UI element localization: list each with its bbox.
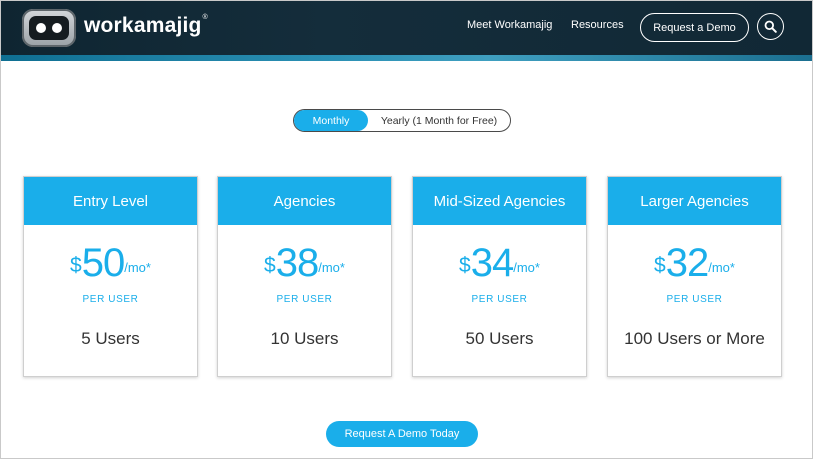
search-icon xyxy=(764,20,777,33)
plan-users: 100 Users or More xyxy=(624,329,765,348)
toggle-yearly[interactable]: Yearly (1 Month for Free) xyxy=(370,110,508,131)
per-user-label: PER USER xyxy=(276,294,333,305)
price-period: /mo* xyxy=(708,260,735,275)
currency-symbol: $ xyxy=(459,254,471,277)
brand-name[interactable]: workamajig® xyxy=(84,14,208,38)
site-header: workamajig® Meet Workamajig Resources Re… xyxy=(1,1,812,55)
plan-card-agencies[interactable]: Agencies $38/mo* PER USER 10 Users xyxy=(217,176,392,377)
price-amount: 50 xyxy=(81,241,125,285)
registered-mark: ® xyxy=(202,14,208,21)
plan-card-entry-level[interactable]: Entry Level $50/mo* PER USER 5 Users xyxy=(23,176,198,377)
plan-card-larger-agencies[interactable]: Larger Agencies $32/mo* PER USER 100 Use… xyxy=(607,176,782,377)
price-period: /mo* xyxy=(513,260,540,275)
currency-symbol: $ xyxy=(70,254,82,277)
logo-eye-right xyxy=(52,23,62,33)
plan-name: Agencies xyxy=(218,177,391,225)
currency-symbol: $ xyxy=(264,254,276,277)
plan-card-mid-sized-agencies[interactable]: Mid-Sized Agencies $34/mo* PER USER 50 U… xyxy=(412,176,587,377)
plan-price: $34/mo* xyxy=(413,241,586,286)
per-user-label: PER USER xyxy=(471,294,528,305)
plan-name: Larger Agencies xyxy=(608,177,781,225)
plan-name: Mid-Sized Agencies xyxy=(413,177,586,225)
plan-users: 10 Users xyxy=(270,329,339,348)
plan-price: $32/mo* xyxy=(608,241,781,286)
request-demo-button[interactable]: Request a Demo xyxy=(640,13,749,42)
price-period: /mo* xyxy=(124,260,151,275)
price-period: /mo* xyxy=(318,260,345,275)
plan-name: Entry Level xyxy=(24,177,197,225)
currency-symbol: $ xyxy=(654,254,666,277)
workamajig-robot-logo-icon[interactable] xyxy=(22,9,76,47)
nav-meet-workamajig[interactable]: Meet Workamajig xyxy=(467,19,552,31)
plan-price: $38/mo* xyxy=(218,241,391,286)
plan-price: $50/mo* xyxy=(24,241,197,286)
plan-users: 50 Users xyxy=(465,329,534,348)
per-user-label: PER USER xyxy=(666,294,723,305)
price-amount: 34 xyxy=(470,241,514,285)
nav-resources[interactable]: Resources xyxy=(571,19,624,31)
price-amount: 38 xyxy=(275,241,319,285)
billing-period-toggle[interactable]: Monthly Yearly (1 Month for Free) xyxy=(293,109,511,132)
logo-eye-left xyxy=(36,23,46,33)
plan-users: 5 Users xyxy=(81,329,140,348)
search-button[interactable] xyxy=(757,13,784,40)
header-accent-strip xyxy=(1,55,812,61)
price-amount: 32 xyxy=(665,241,709,285)
request-demo-today-button[interactable]: Request A Demo Today xyxy=(326,421,478,447)
per-user-label: PER USER xyxy=(82,294,139,305)
toggle-monthly[interactable]: Monthly xyxy=(294,110,368,131)
brand-text: workamajig xyxy=(84,14,202,37)
